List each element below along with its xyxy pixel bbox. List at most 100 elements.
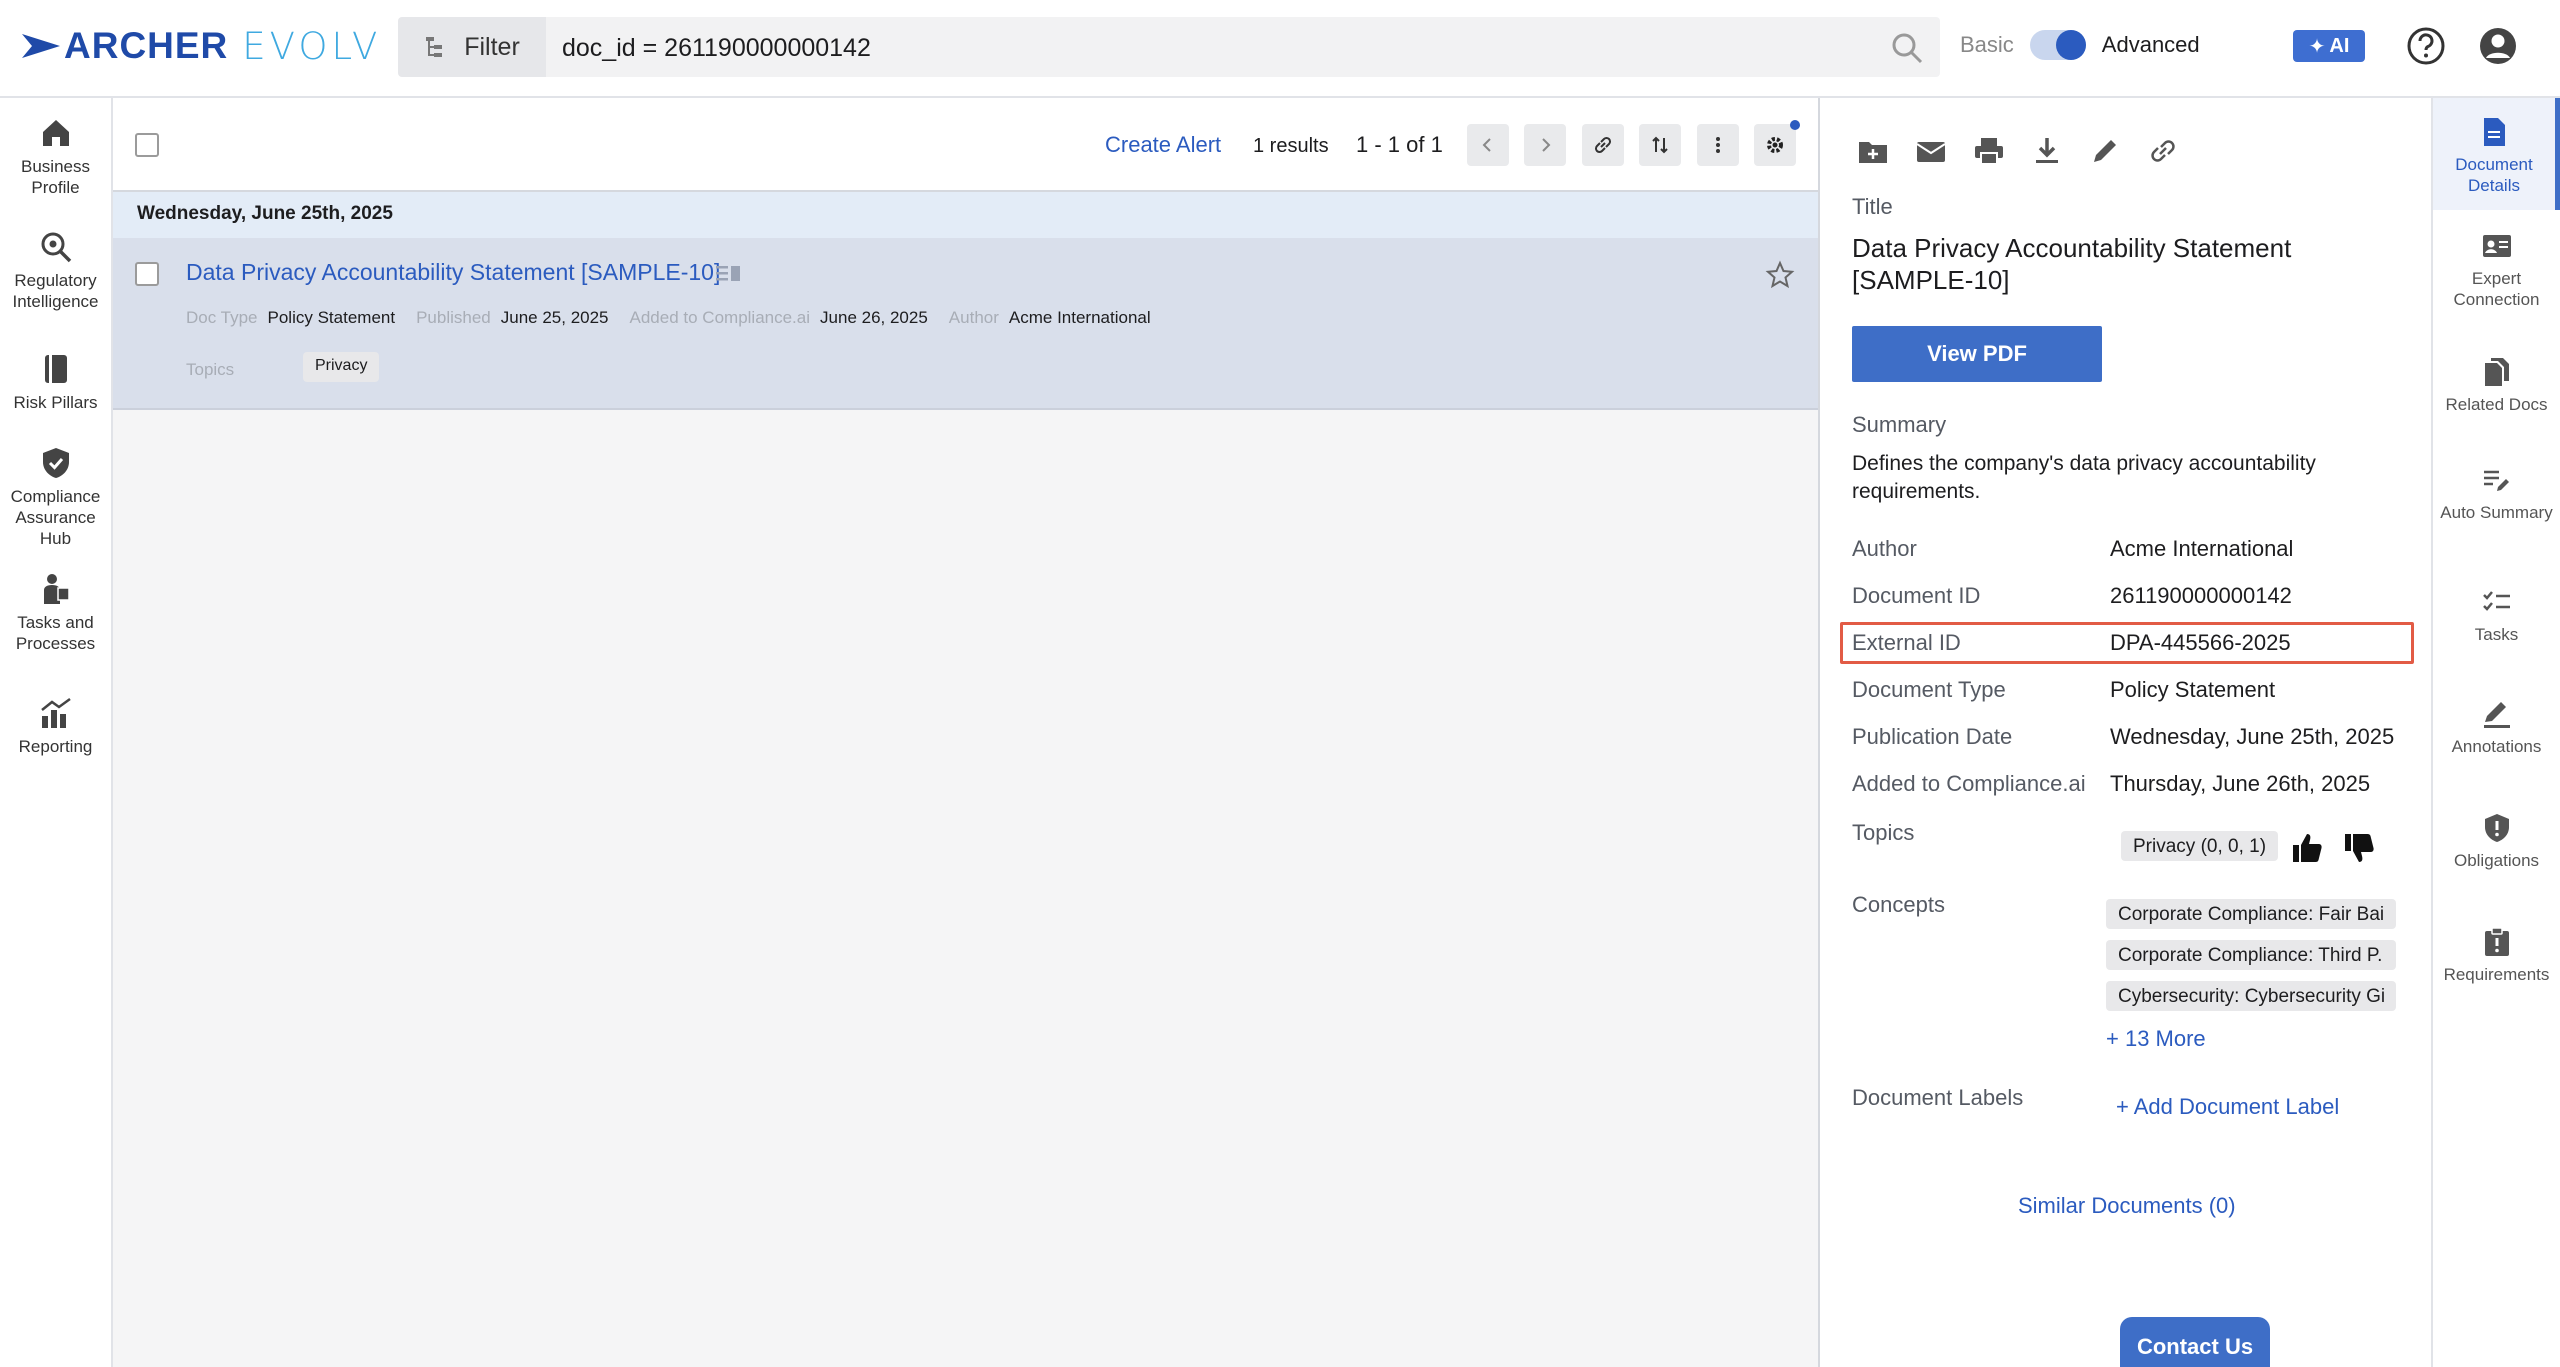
person-task-icon (43, 574, 70, 604)
added-date-value: Thursday, June 26th, 2025 (2110, 771, 2371, 796)
tab-document-details[interactable]: Document Details (2433, 98, 2560, 210)
tab-annotations[interactable]: Annotations (2433, 698, 2560, 757)
nav-reporting[interactable]: Reporting (0, 696, 111, 757)
print-icon[interactable] (1972, 134, 2006, 168)
tab-expert-connection[interactable]: Expert Connection (2433, 230, 2560, 310)
shield-check-icon (42, 448, 69, 478)
archer-evolv-logo[interactable]: ARCHER EVOLV (22, 25, 381, 68)
document-type-value: Policy Statement (2110, 677, 2276, 702)
gear-icon (1767, 137, 1783, 153)
link-icon[interactable] (2146, 134, 2180, 168)
ai-button[interactable]: ✦ AI (2293, 30, 2365, 62)
result-topic-chip[interactable]: Privacy (303, 352, 380, 382)
link-icon (1594, 136, 1612, 154)
mode-advanced-label[interactable]: Advanced (2102, 32, 2200, 58)
sort-button[interactable] (1639, 124, 1681, 166)
similar-documents-link[interactable]: Similar Documents (0) (2018, 1193, 2236, 1219)
edit-pencil-icon[interactable] (2088, 134, 2122, 168)
document-title: Data Privacy Accountability Statement [S… (1852, 233, 2292, 295)
meta-published-label: Published (416, 308, 491, 327)
result-title-link[interactable]: Data Privacy Accountability Statement [S… (186, 259, 720, 286)
rail-label: Tasks (2474, 625, 2519, 644)
star-icon[interactable] (1765, 260, 1795, 290)
thumbs-up-icon[interactable] (2290, 831, 2324, 865)
book-icon (44, 355, 67, 383)
nav-business-profile[interactable]: Business Profile (0, 116, 111, 198)
result-topics-label: Topics (186, 360, 235, 379)
row-checkbox[interactable] (135, 262, 159, 286)
concept-chip[interactable]: Corporate Compliance: Fair Bai (2106, 899, 2396, 929)
add-to-folder-icon[interactable] (1856, 134, 1890, 168)
copy-link-button[interactable] (1582, 124, 1624, 166)
concept-chip[interactable]: Corporate Compliance: Third P. (2106, 940, 2396, 970)
help-icon[interactable] (2406, 26, 2446, 66)
document-icon (2484, 118, 2505, 146)
rail-label: Requirements (2443, 965, 2550, 984)
meta-author-label: Author (948, 308, 999, 327)
rail-label: Related Docs (2445, 395, 2548, 414)
mode-toggle[interactable] (2029, 30, 2086, 60)
tab-auto-summary[interactable]: Auto Summary (2433, 464, 2560, 523)
document-details-pane: Title Data Privacy Accountability Statem… (1818, 98, 2431, 1367)
settings-button[interactable] (1754, 120, 1800, 166)
download-icon[interactable] (2030, 134, 2064, 168)
meta-doc-type-label: Doc Type (186, 308, 258, 327)
title-label: Title (1852, 194, 1893, 219)
rail-label: Document Details (2455, 155, 2533, 195)
toggle-knob (2055, 30, 2086, 60)
nav-risk-pillars[interactable]: Risk Pillars (0, 352, 111, 413)
concept-chip[interactable]: Cybersecurity: Cybersecurity Gi (2106, 981, 2396, 1011)
user-account-icon[interactable] (2478, 26, 2518, 66)
rail-label: Auto Summary (2440, 503, 2553, 522)
more-concepts-link[interactable]: + 13 More (2106, 1026, 2206, 1052)
right-rail-tabs: Document Details Expert Connection Relat… (2431, 98, 2560, 1367)
search-icon[interactable] (1890, 31, 1924, 65)
concepts-label: Concepts (1852, 892, 1945, 917)
author-value: Acme International (2110, 536, 2294, 561)
summary-text: Defines the company's data privacy accou… (1852, 452, 2316, 503)
pagination-range: 1 - 1 of 1 (1356, 132, 1443, 157)
nav-label: Regulatory Intelligence (12, 271, 99, 311)
house-icon (42, 120, 69, 146)
results-count: 1 results (1253, 135, 1329, 157)
results-toolbar: Create Alert 1 results 1 - 1 of 1 (113, 98, 1818, 192)
meta-added: June 26, 2025 (820, 308, 928, 327)
previous-page-button[interactable] (1467, 124, 1509, 166)
select-all-checkbox[interactable] (135, 133, 159, 157)
nav-regulatory-intelligence[interactable]: Regulatory Intelligence (0, 230, 111, 312)
filter-label: Filter (464, 32, 520, 61)
more-options-button[interactable] (1697, 124, 1739, 166)
search-input[interactable] (562, 29, 1822, 67)
contact-us-button[interactable]: Contact Us (2120, 1317, 2270, 1367)
tab-requirements[interactable]: Requirements (2433, 926, 2560, 985)
thumbs-down-icon[interactable] (2342, 831, 2376, 865)
email-icon[interactable] (1914, 134, 1948, 168)
result-row[interactable]: Data Privacy Accountability Statement [S… (113, 238, 1818, 410)
nav-tasks-and-processes[interactable]: Tasks and Processes (0, 572, 111, 654)
add-document-label-link[interactable]: + Add Document Label (2116, 1094, 2339, 1120)
rail-label: Expert Connection (2453, 269, 2540, 309)
nav-compliance-assurance-hub[interactable]: Compliance Assurance Hub (0, 446, 111, 549)
top-bar: ARCHER EVOLV Filter Basic Advanced ✦ AI (0, 0, 2560, 98)
notification-dot (1790, 120, 1800, 130)
results-panel: Create Alert 1 results 1 - 1 of 1 Wednes… (113, 98, 1818, 1367)
view-pdf-button[interactable]: View PDF (1852, 326, 2102, 382)
topics-label: Topics (1852, 820, 1915, 845)
tab-related-docs[interactable]: Related Docs (2433, 356, 2560, 415)
filter-button[interactable]: Filter (398, 17, 546, 77)
tab-tasks[interactable]: Tasks (2433, 586, 2560, 645)
result-metadata: Doc Type Policy Statement Published June… (186, 308, 1172, 328)
document-id-value: 261190000000142 (2110, 583, 2292, 608)
tab-obligations[interactable]: Obligations (2433, 812, 2560, 871)
summary-lines-icon[interactable] (716, 265, 740, 283)
topic-chip[interactable]: Privacy (0, 0, 1) (2121, 831, 2279, 861)
pencil-icon (2483, 702, 2510, 728)
vertical-dots-icon (1716, 137, 1720, 153)
mode-basic-label[interactable]: Basic (1960, 32, 2014, 58)
search-mode-switch: Basic Advanced (1960, 30, 2200, 60)
publication-date-value: Wednesday, June 25th, 2025 (2110, 724, 2395, 749)
meta-added-label: Added to Compliance.ai (629, 308, 811, 327)
chevron-right-icon (1542, 138, 1551, 152)
next-page-button[interactable] (1524, 124, 1566, 166)
create-alert-link[interactable]: Create Alert (1105, 132, 1221, 158)
